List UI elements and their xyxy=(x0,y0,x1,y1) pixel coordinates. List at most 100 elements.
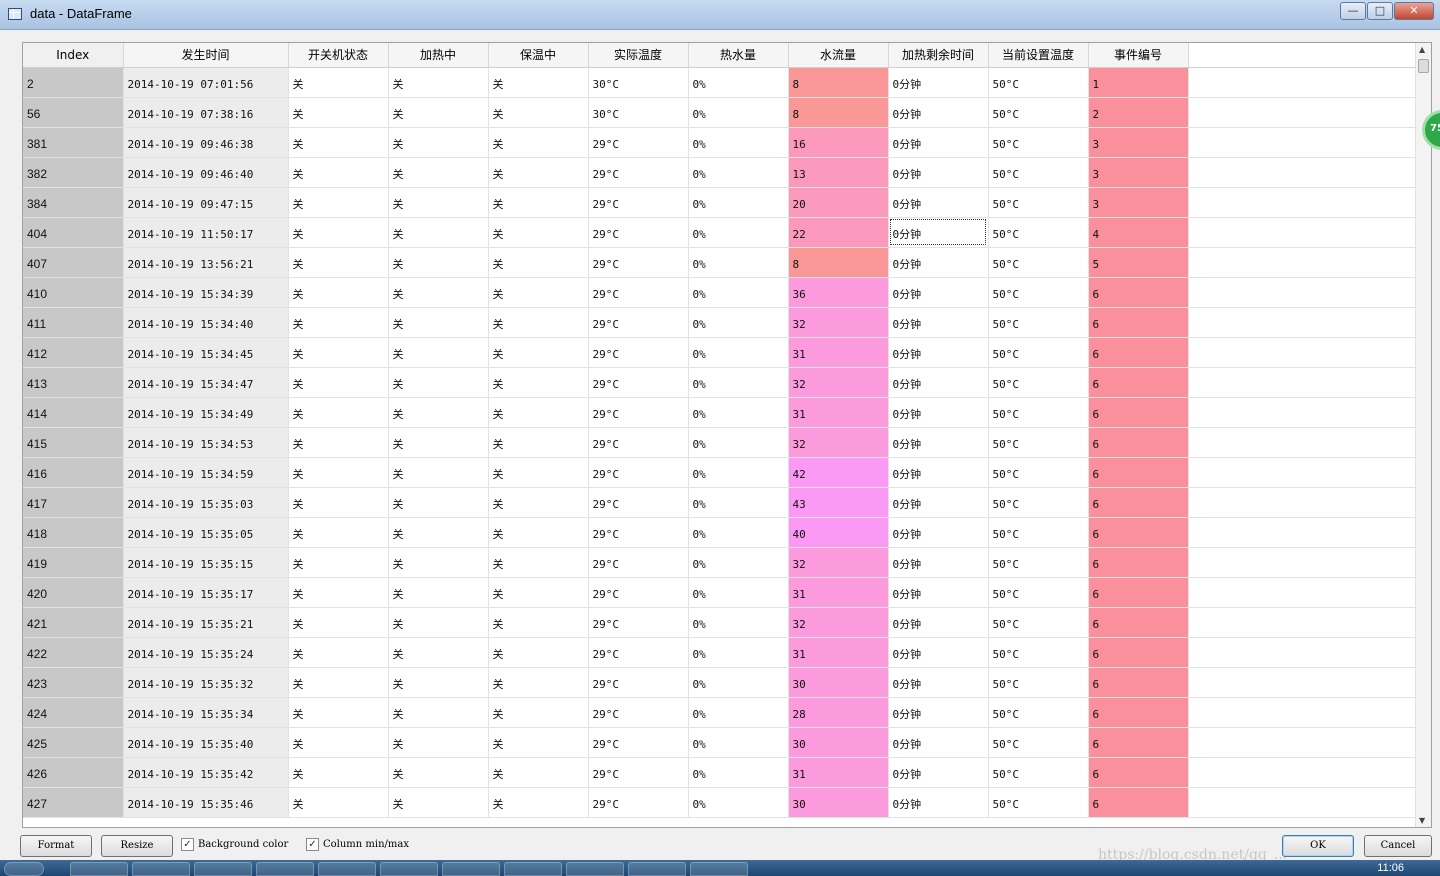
flow-cell[interactable]: 31 xyxy=(788,757,889,788)
power-cell[interactable]: 关 xyxy=(288,787,389,818)
power-cell[interactable]: 关 xyxy=(288,127,389,158)
set-temp-cell[interactable]: 50°C xyxy=(988,217,1089,248)
table-row[interactable]: 416 2014-10-19 15:34:59 关关关 29°C 0% 42 0分钟 50°C… xyxy=(23,457,1418,488)
temp-cell[interactable]: 29°C xyxy=(588,457,689,488)
table-row[interactable]: 407 2014-10-19 13:56:21 关关关 29°C 0% 8 0分钟 50°C 5 xyxy=(23,247,1418,278)
temp-cell[interactable]: 29°C xyxy=(588,577,689,608)
hot-water-cell[interactable]: 0% xyxy=(688,577,789,608)
event-cell[interactable]: 6 xyxy=(1088,637,1189,668)
heating-cell[interactable]: 关 xyxy=(388,217,489,248)
column-header[interactable]: 热水量 xyxy=(688,43,789,68)
scroll-down-icon[interactable]: ▼ xyxy=(1419,816,1425,825)
hot-water-cell[interactable]: 0% xyxy=(688,727,789,758)
keepwarm-cell[interactable]: 关 xyxy=(488,607,589,638)
table-row[interactable]: 427 2014-10-19 15:35:46 关关关 29°C 0% 30 0分钟 50°C… xyxy=(23,787,1418,818)
set-temp-cell[interactable]: 50°C xyxy=(988,757,1089,788)
hot-water-cell[interactable]: 0% xyxy=(688,667,789,698)
flow-cell[interactable]: 42 xyxy=(788,457,889,488)
heating-cell[interactable]: 关 xyxy=(388,67,489,98)
temp-cell[interactable]: 29°C xyxy=(588,517,689,548)
column-header-index[interactable]: Index xyxy=(23,43,124,68)
set-temp-cell[interactable]: 50°C xyxy=(988,337,1089,368)
index-cell[interactable]: 382 xyxy=(23,157,124,188)
taskbar-app-11[interactable] xyxy=(690,862,748,876)
temp-cell[interactable]: 29°C xyxy=(588,667,689,698)
index-cell[interactable]: 412 xyxy=(23,337,124,368)
event-cell[interactable]: 6 xyxy=(1088,577,1189,608)
column-header[interactable]: 实际温度 xyxy=(588,43,689,68)
resize-button[interactable]: Resize xyxy=(101,835,173,857)
keepwarm-cell[interactable]: 关 xyxy=(488,247,589,278)
time-cell[interactable]: 2014-10-19 15:35:32 xyxy=(123,667,289,698)
remain-time-cell[interactable]: 0分钟 xyxy=(888,547,989,578)
power-cell[interactable]: 关 xyxy=(288,487,389,518)
index-cell[interactable]: 381 xyxy=(23,127,124,158)
taskbar-app-2[interactable] xyxy=(132,862,190,876)
power-cell[interactable]: 关 xyxy=(288,307,389,338)
time-cell[interactable]: 2014-10-19 15:35:34 xyxy=(123,697,289,728)
set-temp-cell[interactable]: 50°C xyxy=(988,307,1089,338)
set-temp-cell[interactable]: 50°C xyxy=(988,397,1089,428)
event-cell[interactable]: 6 xyxy=(1088,277,1189,308)
remain-time-cell[interactable]: 0分钟 xyxy=(888,397,989,428)
taskbar-app-5[interactable] xyxy=(318,862,376,876)
flow-cell[interactable]: 30 xyxy=(788,787,889,818)
flow-cell[interactable]: 36 xyxy=(788,277,889,308)
heating-cell[interactable]: 关 xyxy=(388,187,489,218)
table-row[interactable]: 420 2014-10-19 15:35:17 关关关 29°C 0% 31 0分钟 50°C… xyxy=(23,577,1418,608)
power-cell[interactable]: 关 xyxy=(288,457,389,488)
flow-cell[interactable]: 20 xyxy=(788,187,889,218)
remain-time-cell[interactable]: 0分钟 xyxy=(888,127,989,158)
flow-cell[interactable]: 32 xyxy=(788,547,889,578)
index-cell[interactable]: 416 xyxy=(23,457,124,488)
temp-cell[interactable]: 30°C xyxy=(588,97,689,128)
set-temp-cell[interactable]: 50°C xyxy=(988,517,1089,548)
event-cell[interactable]: 3 xyxy=(1088,127,1189,158)
flow-cell[interactable]: 32 xyxy=(788,307,889,338)
time-cell[interactable]: 2014-10-19 07:38:16 xyxy=(123,97,289,128)
background-color-checkbox[interactable]: ✓ Background color xyxy=(181,838,288,851)
event-cell[interactable]: 6 xyxy=(1088,727,1189,758)
index-cell[interactable]: 427 xyxy=(23,787,124,818)
keepwarm-cell[interactable]: 关 xyxy=(488,427,589,458)
keepwarm-cell[interactable]: 关 xyxy=(488,547,589,578)
taskbar-clock[interactable]: 11:06 xyxy=(1377,862,1404,874)
time-cell[interactable]: 2014-10-19 15:34:59 xyxy=(123,457,289,488)
set-temp-cell[interactable]: 50°C xyxy=(988,697,1089,728)
keepwarm-cell[interactable]: 关 xyxy=(488,637,589,668)
time-cell[interactable]: 2014-10-19 13:56:21 xyxy=(123,247,289,278)
index-cell[interactable]: 423 xyxy=(23,667,124,698)
temp-cell[interactable]: 29°C xyxy=(588,607,689,638)
flow-cell[interactable]: 8 xyxy=(788,67,889,98)
event-cell[interactable]: 6 xyxy=(1088,607,1189,638)
heating-cell[interactable]: 关 xyxy=(388,607,489,638)
remain-time-cell[interactable]: 0分钟 xyxy=(888,457,989,488)
power-cell[interactable]: 关 xyxy=(288,637,389,668)
checkbox-check-icon[interactable]: ✓ xyxy=(181,838,194,851)
keepwarm-cell[interactable]: 关 xyxy=(488,577,589,608)
power-cell[interactable]: 关 xyxy=(288,757,389,788)
table-row[interactable]: 418 2014-10-19 15:35:05 关关关 29°C 0% 40 0分钟 50°C… xyxy=(23,517,1418,548)
remain-time-cell[interactable]: 0分钟 xyxy=(888,787,989,818)
temp-cell[interactable]: 29°C xyxy=(588,547,689,578)
power-cell[interactable]: 关 xyxy=(288,667,389,698)
table-row[interactable]: 414 2014-10-19 15:34:49 关关关 29°C 0% 31 0分钟 50°C… xyxy=(23,397,1418,428)
index-cell[interactable]: 407 xyxy=(23,247,124,278)
temp-cell[interactable]: 29°C xyxy=(588,157,689,188)
table-row[interactable]: 424 2014-10-19 15:35:34 关关关 29°C 0% 28 0分钟 50°C… xyxy=(23,697,1418,728)
heating-cell[interactable]: 关 xyxy=(388,337,489,368)
set-temp-cell[interactable]: 50°C xyxy=(988,247,1089,278)
keepwarm-cell[interactable]: 关 xyxy=(488,127,589,158)
hot-water-cell[interactable]: 0% xyxy=(688,127,789,158)
keepwarm-cell[interactable]: 关 xyxy=(488,187,589,218)
hot-water-cell[interactable]: 0% xyxy=(688,97,789,128)
temp-cell[interactable]: 29°C xyxy=(588,757,689,788)
time-cell[interactable]: 2014-10-19 15:35:46 xyxy=(123,787,289,818)
vertical-scrollbar[interactable]: ▲ ▼ xyxy=(1415,43,1431,827)
index-cell[interactable]: 415 xyxy=(23,427,124,458)
time-cell[interactable]: 2014-10-19 11:50:17 xyxy=(123,217,289,248)
index-cell[interactable]: 404 xyxy=(23,217,124,248)
heating-cell[interactable]: 关 xyxy=(388,247,489,278)
table-row[interactable]: 384 2014-10-19 09:47:15 关关关 29°C 0% 20 0分钟 50°C… xyxy=(23,187,1418,218)
set-temp-cell[interactable]: 50°C xyxy=(988,547,1089,578)
